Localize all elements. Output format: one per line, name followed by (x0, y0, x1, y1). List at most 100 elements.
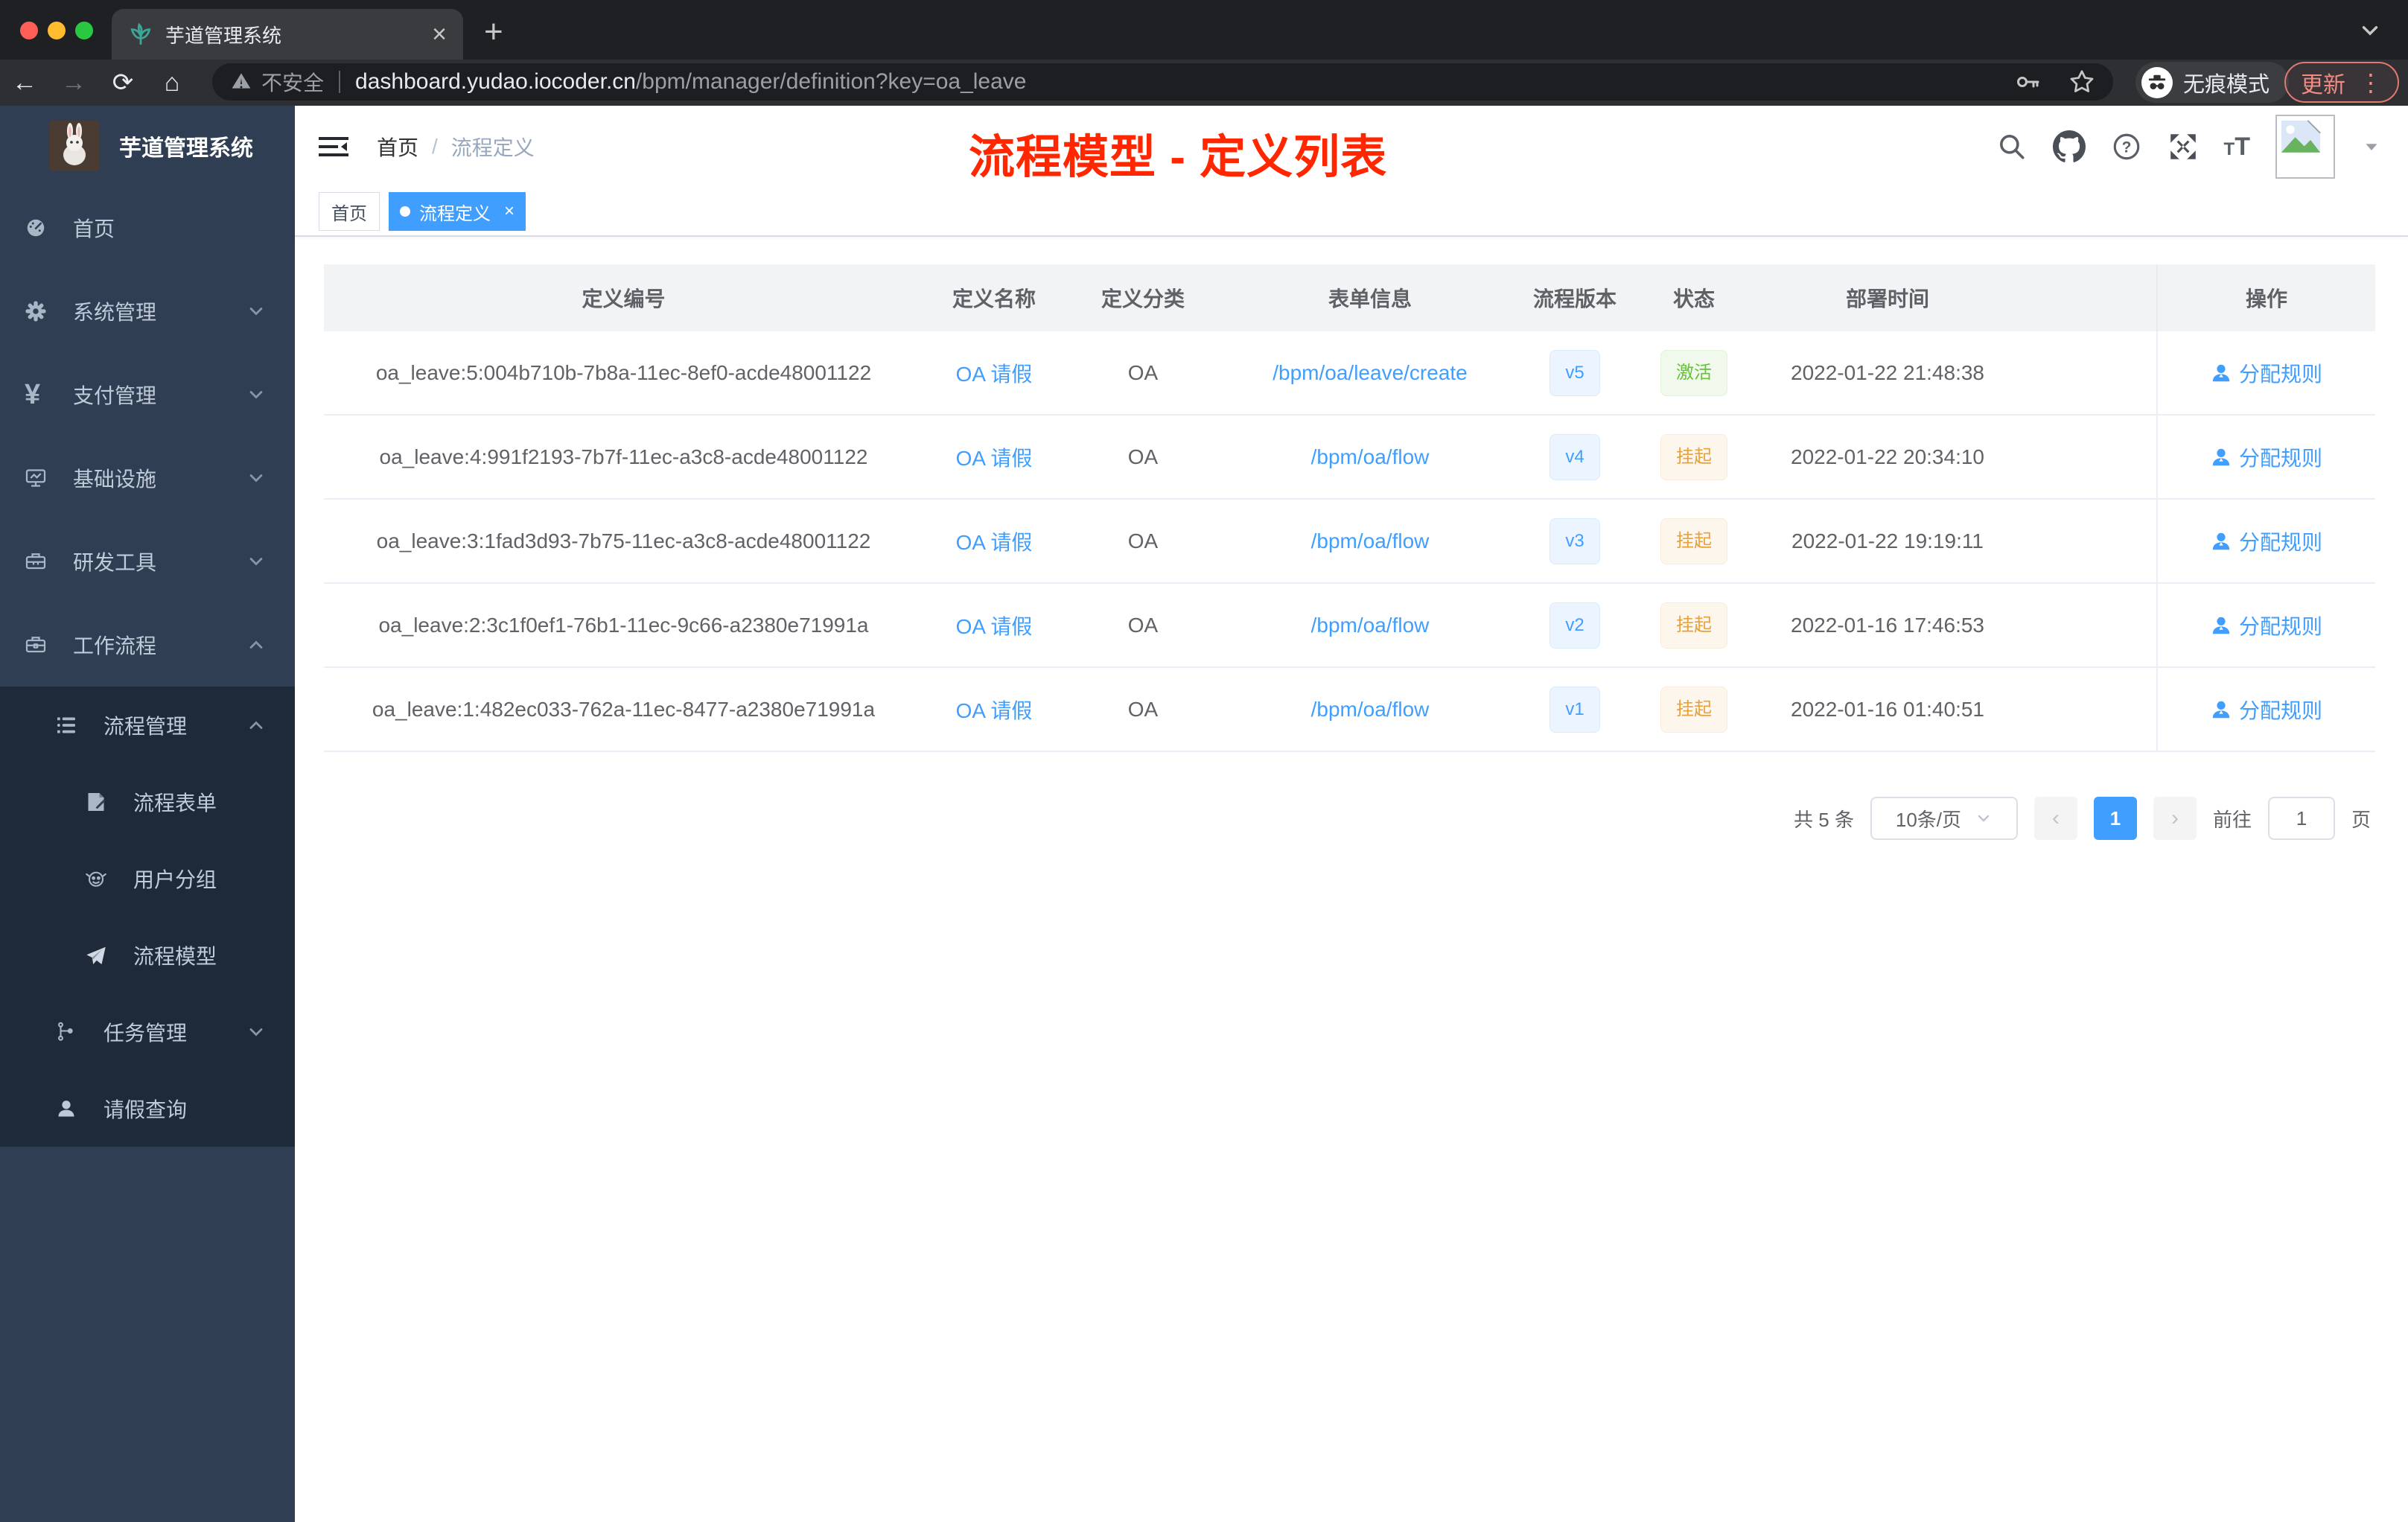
sidebar-item-payment[interactable]: ¥ 支付管理 (0, 353, 295, 436)
total-count: 共 5 条 (1794, 808, 1854, 831)
chevron-up-icon (246, 634, 267, 655)
status-badge: 挂起 (1660, 686, 1727, 733)
home-button[interactable]: ⌂ (147, 69, 197, 98)
definition-table: 定义编号 定义名称 定义分类 表单信息 流程版本 状态 部署时间 操作 oa_l… (324, 264, 2375, 752)
tag-home[interactable]: 首页 (319, 192, 380, 231)
search-icon[interactable] (1996, 131, 2028, 162)
tag-close-icon[interactable]: × (504, 201, 515, 222)
definition-name-link[interactable]: OA 请假 (956, 699, 1033, 722)
definition-category: OA (1127, 613, 1159, 637)
tab-title: 芋道管理系统 (165, 24, 282, 47)
tags-view: 首页 流程定义 × (295, 188, 2408, 237)
forward-button[interactable]: → (49, 69, 98, 98)
form-link[interactable]: /bpm/oa/leave/create (1273, 361, 1468, 384)
sidebar-item-leave-query[interactable]: 请假查询 (0, 1070, 295, 1147)
active-tag-dot (400, 206, 410, 217)
chrome-update-button[interactable]: 更新 ⋮ (2284, 62, 2399, 103)
status-badge: 挂起 (1660, 602, 1727, 649)
minimize-window-button[interactable] (48, 22, 66, 39)
sidebar-item-task-mgmt[interactable]: 任务管理 (0, 993, 295, 1070)
chevron-down-icon (246, 384, 267, 405)
definition-name-link[interactable]: OA 请假 (956, 363, 1033, 386)
sidebar-item-infra[interactable]: 基础设施 (0, 436, 295, 520)
column-header: 状态 (1672, 287, 1715, 311)
table-row: oa_leave:3:1fad3d93-7b75-11ec-a3c8-acde4… (324, 500, 2375, 584)
security-label[interactable]: 不安全 (261, 67, 324, 97)
close-window-button[interactable] (20, 22, 38, 39)
github-icon[interactable] (2052, 130, 2086, 163)
prev-page-button[interactable]: ‹ (2033, 797, 2077, 840)
list-icon (0, 713, 77, 737)
assign-rule-link[interactable]: 分配规则 (2239, 526, 2322, 556)
tab-search-chevron-icon[interactable] (2357, 18, 2383, 43)
reload-button[interactable]: ⟳ (98, 68, 147, 98)
app-header: 首页 / 流程定义 流程模型 - 定义列表 ? TT (295, 106, 2408, 188)
page-size-select[interactable]: 10条/页 (1870, 797, 2018, 840)
sidebar-item-home[interactable]: 首页 (0, 186, 295, 270)
help-icon[interactable]: ? (2111, 131, 2142, 162)
key-icon[interactable] (2015, 69, 2042, 95)
avatar-broken-image[interactable] (2275, 115, 2335, 179)
definition-id: oa_leave:1:482ec033-762a-11ec-8477-a2380… (372, 697, 876, 721)
form-link[interactable]: /bpm/oa/flow (1311, 614, 1430, 637)
definition-name-link[interactable]: OA 请假 (956, 447, 1033, 470)
tab-close-icon[interactable]: × (432, 22, 447, 47)
status-badge: 挂起 (1660, 433, 1727, 480)
sidebar-collapse-icon[interactable] (317, 132, 350, 162)
new-tab-button[interactable]: + (484, 13, 503, 51)
browser-menu-kebab-icon[interactable]: ⋮ (2359, 69, 2383, 97)
breadcrumb-current: 流程定义 (450, 136, 535, 159)
form-link[interactable]: /bpm/oa/flow (1311, 445, 1430, 468)
avatar-caret-down-icon[interactable] (2360, 136, 2383, 158)
sidebar-item-devtools[interactable]: 研发工具 (0, 520, 295, 603)
sidebar-item-system[interactable]: 系统管理 (0, 270, 295, 353)
sidebar-logo[interactable]: 芋道管理系统 (0, 106, 295, 186)
sidebar-item-user-group[interactable]: 用户分组 (0, 840, 295, 917)
tag-process-definition[interactable]: 流程定义 × (389, 192, 526, 231)
version-badge: v5 (1549, 349, 1600, 396)
address-bar[interactable]: 不安全 dashboard.yudao.iocoder.cn/bpm/manag… (212, 63, 2113, 101)
deploy-time: 2022-01-16 17:46:53 (1791, 613, 1984, 637)
assign-rule-link[interactable]: 分配规则 (2239, 611, 2322, 640)
sidebar-item-label: 流程表单 (133, 791, 217, 815)
zoom-window-button[interactable] (75, 22, 93, 39)
sidebar: 芋道管理系统 首页 系统管理 ¥ 支付管理 基础设施 研发工具 工作流程 流程管… (0, 106, 295, 1522)
user-icon (2211, 447, 2232, 468)
breadcrumb-home[interactable]: 首页 (377, 132, 418, 162)
bookmark-star-icon[interactable] (2068, 69, 2095, 95)
update-label: 更新 (2301, 72, 2345, 98)
user-icon (2211, 699, 2232, 720)
sidebar-item-process-mgmt[interactable]: 流程管理 (0, 687, 295, 763)
back-button[interactable]: ← (0, 69, 49, 98)
sidebar-item-label: 支付管理 (73, 384, 157, 407)
column-header: 操作 (2156, 264, 2375, 331)
sidebar-item-label: 研发工具 (73, 551, 157, 574)
next-page-button[interactable]: › (2153, 797, 2197, 840)
goto-page-input[interactable] (2267, 797, 2335, 840)
sidebar-item-label: 流程管理 (103, 714, 188, 738)
sidebar-item-workflow[interactable]: 工作流程 (0, 603, 295, 687)
dashboard-icon (0, 215, 47, 241)
definition-name-link[interactable]: OA 请假 (956, 615, 1033, 638)
user-icon (2211, 531, 2232, 552)
definition-category: OA (1127, 445, 1159, 468)
definition-category: OA (1127, 697, 1159, 721)
form-link[interactable]: /bpm/oa/flow (1311, 698, 1430, 721)
sidebar-item-process-form[interactable]: 流程表单 (0, 763, 295, 840)
page-number-current[interactable]: 1 (2093, 797, 2137, 840)
column-header: 流程版本 (1532, 287, 1617, 311)
fullscreen-icon[interactable] (2167, 131, 2199, 162)
main-area: 首页 / 流程定义 流程模型 - 定义列表 ? TT 首页 流程定义 × 定义编… (295, 106, 2408, 1522)
font-size-icon[interactable]: TT (2224, 133, 2250, 162)
definition-name-link[interactable]: OA 请假 (956, 531, 1033, 554)
assign-rule-link[interactable]: 分配规则 (2239, 358, 2322, 388)
assign-rule-link[interactable]: 分配规则 (2239, 695, 2322, 725)
goto-label: 前往 (2212, 808, 2252, 831)
assign-rule-link[interactable]: 分配规则 (2239, 442, 2322, 472)
chevron-down-icon (246, 1022, 267, 1042)
screen: 芋道管理系统 × + ← → ⟳ ⌂ 不安全 dashboard.yudao.i… (0, 0, 2408, 1522)
definition-id: oa_leave:5:004b710b-7b8a-11ec-8ef0-acde4… (375, 360, 872, 384)
browser-tab[interactable]: 芋道管理系统 × (112, 9, 463, 60)
sidebar-item-process-model[interactable]: 流程模型 (0, 917, 295, 993)
form-link[interactable]: /bpm/oa/flow (1311, 529, 1430, 553)
